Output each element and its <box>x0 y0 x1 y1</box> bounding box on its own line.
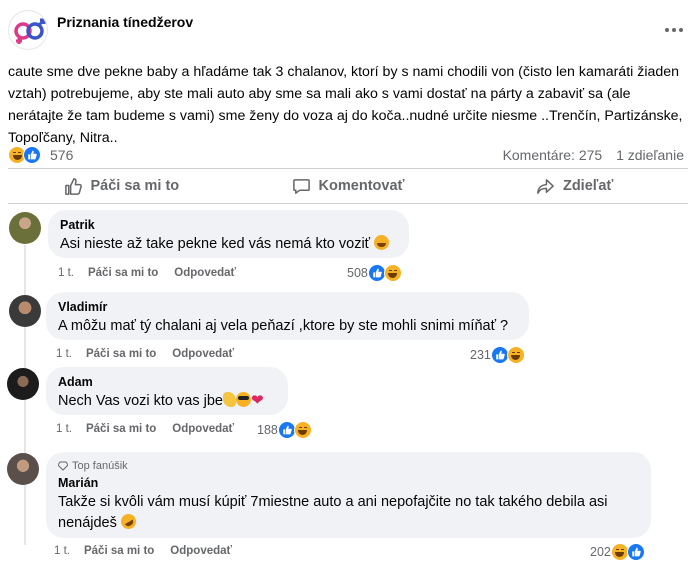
post-text: caute sme dve pekne baby a hľadáme tak 3… <box>8 64 683 146</box>
comment-time[interactable]: 1 t. <box>56 423 72 435</box>
ok-hand-icon <box>222 392 236 407</box>
comment-like-button[interactable]: Páči sa mi to <box>86 423 156 435</box>
comment-text: Takže si kvôli vám musí kúpiť 7miestne a… <box>58 492 639 534</box>
comment-text: Asi nieste až take pekne ked vás nemá kt… <box>60 234 397 254</box>
comment-actions: 1 t. Páči sa mi to Odpovedať <box>58 267 236 279</box>
heart-icon <box>251 390 267 410</box>
like-label: Páči sa mi to <box>90 178 180 194</box>
comments-count[interactable]: Komentáre: 275 <box>503 147 603 163</box>
top-fan-badge: Top fanúšik <box>58 459 639 473</box>
comment-time[interactable]: 1 t. <box>54 545 70 557</box>
comment-author[interactable]: Marián <box>58 475 639 491</box>
haha-icon <box>506 346 525 364</box>
comment-bubble: Adam Nech Vas vozi kto vas jbe <box>46 367 288 415</box>
comment-reaction-count: 508 <box>347 266 368 280</box>
divider <box>8 203 688 204</box>
comment-author[interactable]: Vladimír <box>58 299 517 315</box>
comment-time[interactable]: 1 t. <box>56 348 72 360</box>
comment-actions: 1 t. Páči sa mi to Odpovedať <box>56 348 234 360</box>
like-icon <box>23 146 41 164</box>
comment-time[interactable]: 1 t. <box>58 267 74 279</box>
diamond-icon <box>58 461 68 471</box>
share-icon <box>536 177 555 196</box>
like-icon <box>626 543 645 561</box>
like-button[interactable]: Páči sa mi to <box>8 170 235 202</box>
comment-actions: 1 t. Páči sa mi to Odpovedať <box>54 545 232 557</box>
comment-reaction-count: 188 <box>257 423 278 437</box>
reactions-summary: 576 Komentáre: 275 1 zdieľanie <box>8 144 688 166</box>
dot-icon <box>665 28 669 32</box>
shares-count[interactable]: 1 zdieľanie <box>616 147 684 163</box>
dot-icon <box>672 28 676 32</box>
comment-icon <box>292 177 311 196</box>
haha-icon <box>383 264 402 282</box>
comment-button[interactable]: Komentovať <box>235 170 462 202</box>
comment-reaction-count: 231 <box>470 348 491 362</box>
comment-reply-button[interactable]: Odpovedať <box>172 348 234 360</box>
haha-icon <box>293 421 312 439</box>
comment-bubble: Patrik Asi nieste až take pekne ked vás … <box>48 210 409 258</box>
comment-label: Komentovať <box>318 178 405 194</box>
comment-reactions[interactable]: 202 <box>590 543 645 561</box>
page-avatar[interactable] <box>8 10 48 50</box>
comment-reactions[interactable]: 508 <box>347 264 402 282</box>
comment-like-button[interactable]: Páči sa mi to <box>86 348 156 360</box>
divider <box>8 168 688 169</box>
comment-reply-button[interactable]: Odpovedať <box>170 545 232 557</box>
comment-reactions[interactable]: 231 <box>470 346 525 364</box>
comment-actions: 1 t. Páči sa mi to Odpovedať <box>56 423 234 435</box>
comment-like-button[interactable]: Páči sa mi to <box>88 267 158 279</box>
post-reaction-icons[interactable] <box>8 144 41 166</box>
post-action-bar: Páči sa mi to Komentovať Zdieľať <box>8 170 688 202</box>
grinning-sweat-icon <box>374 235 390 250</box>
rofl-icon <box>118 511 139 532</box>
more-options-button[interactable] <box>662 18 686 42</box>
page-name[interactable]: Priznania tínedžerov <box>57 14 193 30</box>
comment-text: Nech Vas vozi kto vas jbe <box>58 390 276 411</box>
avatar[interactable] <box>7 453 39 485</box>
share-label: Zdieľať <box>562 178 614 194</box>
comment-bubble: Top fanúšik Marián Takže si kvôli vám mu… <box>46 452 651 538</box>
post-header: Priznania tínedžerov <box>8 8 688 52</box>
comment-reply-button[interactable]: Odpovedať <box>172 423 234 435</box>
dot-icon <box>679 28 683 32</box>
comment-text-body: Takže si kvôli vám musí kúpiť 7miestne a… <box>58 494 608 531</box>
sunglasses-icon <box>235 392 251 407</box>
comment-reaction-count: 202 <box>590 545 611 559</box>
post-stats: Komentáre: 275 1 zdieľanie <box>493 147 684 163</box>
comment-text-body: Nech Vas vozi kto vas jbe <box>58 393 223 409</box>
comment-author[interactable]: Patrik <box>60 217 397 233</box>
top-fan-label: Top fanúšik <box>72 460 128 472</box>
comment-reply-button[interactable]: Odpovedať <box>174 267 236 279</box>
comment-author[interactable]: Adam <box>58 374 276 390</box>
reaction-count[interactable]: 576 <box>50 147 73 163</box>
avatar[interactable] <box>7 368 39 400</box>
comment-reactions[interactable]: 188 <box>257 421 312 439</box>
comment-text-body: Asi nieste až take pekne ked vás nemá kt… <box>60 236 371 252</box>
thumbs-up-icon <box>64 177 83 196</box>
comment-bubble: Vladimír A môžu mať tý chalani aj vela p… <box>46 292 529 340</box>
avatar[interactable] <box>9 212 41 244</box>
avatar[interactable] <box>9 295 41 327</box>
page-logo-icon <box>14 18 46 44</box>
comment-like-button[interactable]: Páči sa mi to <box>84 545 154 557</box>
share-button[interactable]: Zdieľať <box>461 170 688 202</box>
comment-text: A môžu mať tý chalani aj vela peňazí ,kt… <box>58 318 509 334</box>
